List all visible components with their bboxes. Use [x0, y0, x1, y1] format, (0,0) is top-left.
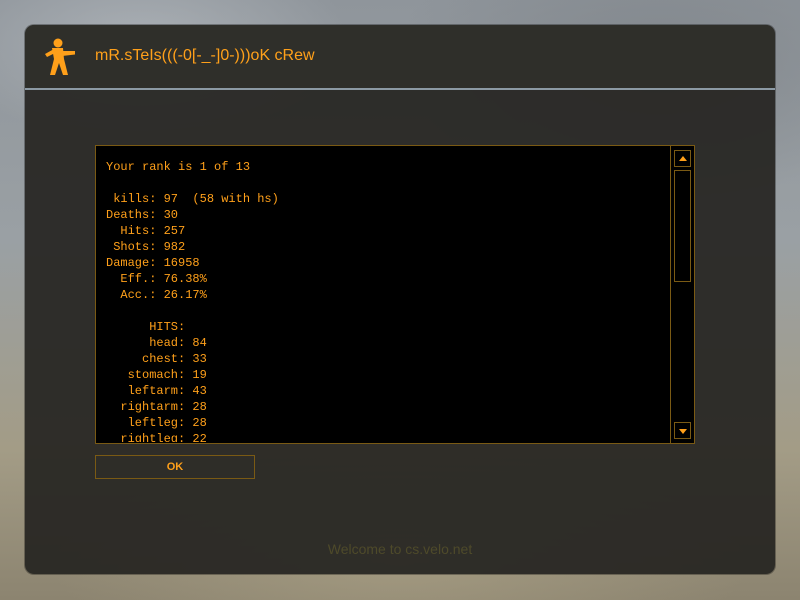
motd-text: Your rank is 1 of 13 kills: 97 (58 with …: [106, 159, 668, 442]
motd-line: [106, 303, 668, 319]
title-bar: mR.sTeIs(((-0[-_-]0-)))oK cRew: [25, 25, 775, 88]
scroll-up-arrow-icon: [679, 156, 687, 161]
motd-line: Hits: 257: [106, 224, 186, 238]
motd-line: HITS:: [106, 320, 186, 334]
motd-line: stomach: 19: [106, 368, 207, 382]
motd-window: mR.sTeIs(((-0[-_-]0-)))oK cRew Your rank…: [25, 25, 775, 574]
motd-line: chest: 33: [106, 352, 207, 366]
scroll-down-arrow-icon: [679, 429, 687, 434]
scroll-thumb[interactable]: [674, 170, 691, 282]
motd-line: kills: 97 (58 with hs): [106, 192, 279, 206]
motd-line: Shots: 982: [106, 240, 186, 254]
ok-button[interactable]: OK: [95, 455, 255, 479]
motd-line: Deaths: 30: [106, 208, 179, 222]
motd-line: rightleg: 22: [106, 432, 207, 442]
motd-panel: Your rank is 1 of 13 kills: 97 (58 with …: [95, 145, 695, 444]
scroll-down-button[interactable]: [674, 422, 691, 439]
motd-line: Acc.: 26.17%: [106, 288, 207, 302]
motd-line: [106, 175, 668, 191]
motd-line: Your rank is 1 of 13: [106, 160, 251, 174]
scroll-up-button[interactable]: [674, 150, 691, 167]
motd-line: head: 84: [106, 336, 207, 350]
motd-scrollbar[interactable]: [670, 146, 694, 443]
motd-line: Eff.: 76.38%: [106, 272, 207, 286]
title-divider: [25, 88, 775, 90]
motd-line: Damage: 16958: [106, 256, 200, 270]
counter-strike-soldier-icon: [45, 38, 75, 75]
footer-welcome-text: Welcome to cs.velo.net: [327, 541, 473, 557]
motd-line: rightarm: 28: [106, 400, 207, 414]
window-title: mR.sTeIs(((-0[-_-]0-)))oK cRew: [95, 47, 315, 64]
motd-line: leftarm: 43: [106, 384, 207, 398]
motd-line: leftleg: 28: [106, 416, 207, 430]
